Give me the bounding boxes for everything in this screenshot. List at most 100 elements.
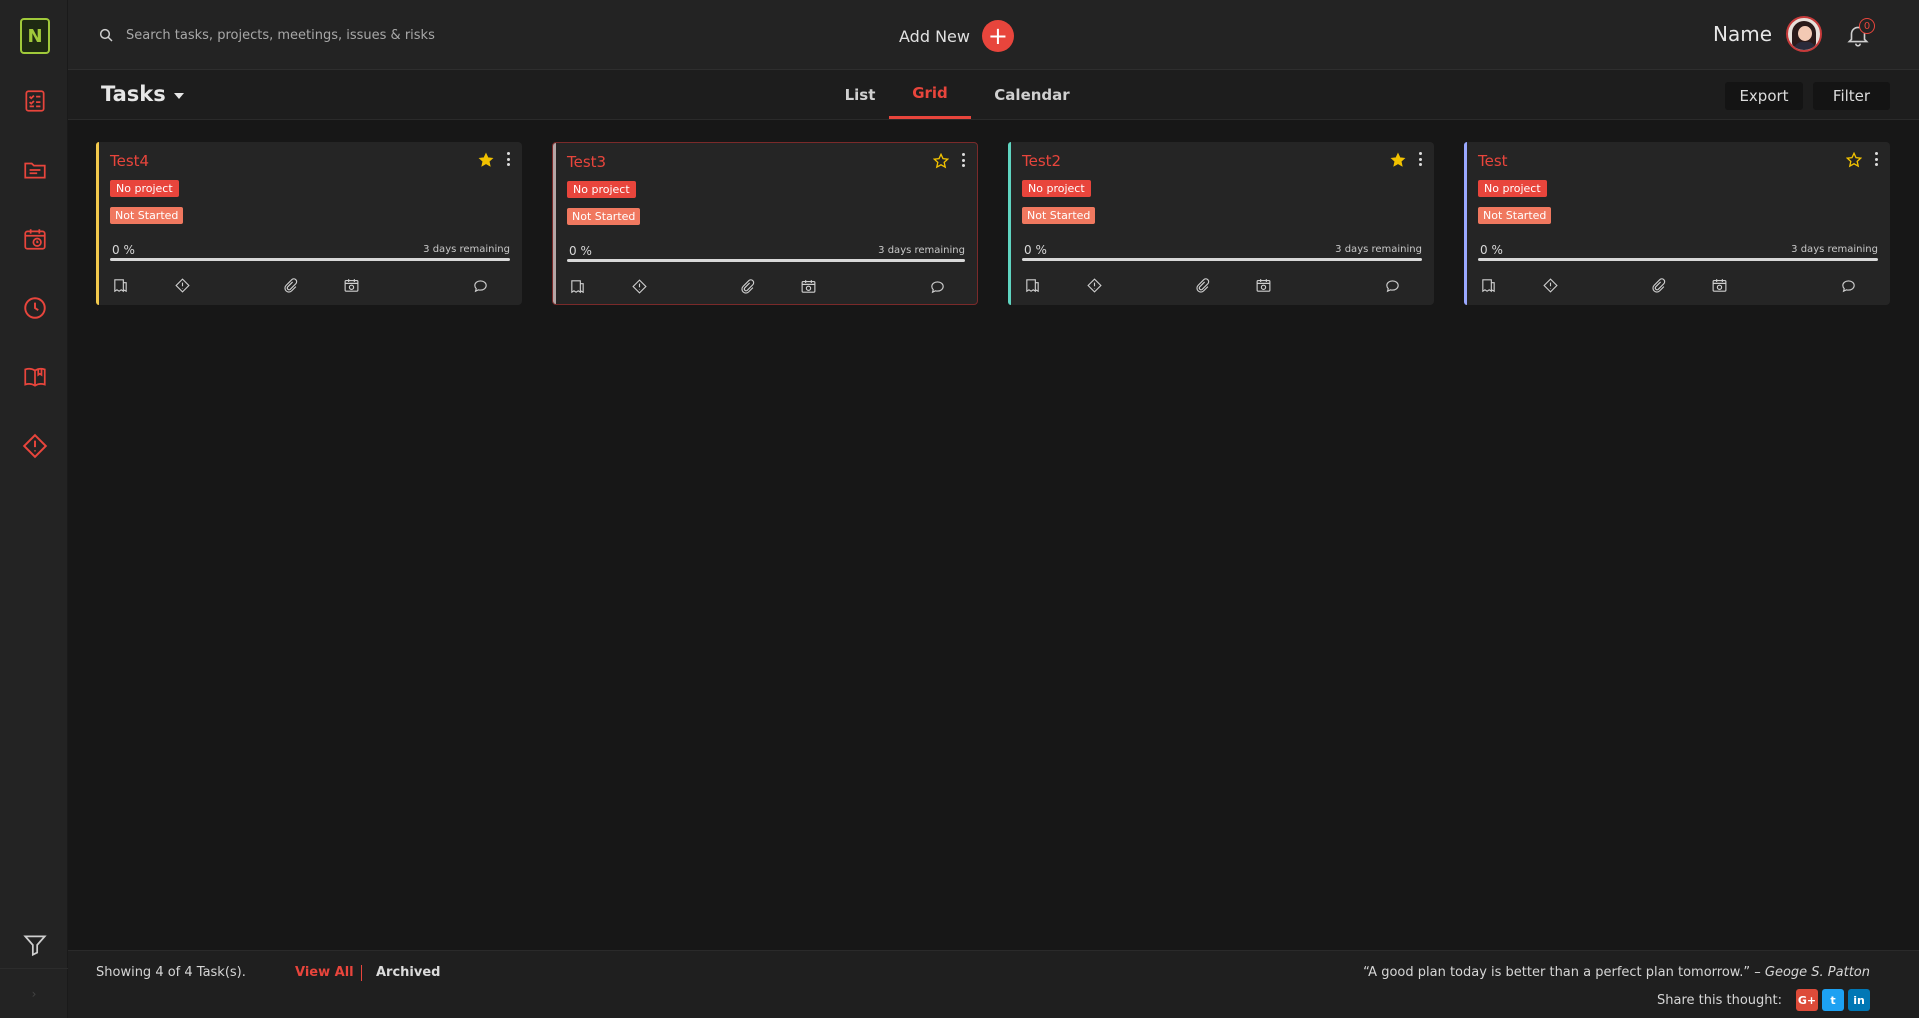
task-card[interactable]: Test No project Not Started 0 % 3 days remai… xyxy=(1464,142,1890,305)
quote-author: Geoge S. Patton xyxy=(1764,965,1870,980)
issue-icon[interactable] xyxy=(172,275,192,295)
linkedin-icon[interactable]: in xyxy=(1848,989,1870,1011)
progress-percent: 0 % xyxy=(1024,243,1047,257)
sidebar-item-meetings[interactable] xyxy=(20,224,50,254)
plus-icon: + xyxy=(981,20,1014,52)
progress-bar xyxy=(1478,258,1878,261)
task-title[interactable]: Test3 xyxy=(567,153,606,171)
warning-diamond-icon xyxy=(22,433,48,459)
star-outline-icon[interactable] xyxy=(1845,151,1863,168)
archived-link[interactable]: Archived xyxy=(376,965,441,980)
comment-icon[interactable] xyxy=(1838,275,1858,295)
sidebar: N › xyxy=(0,0,68,1018)
issue-icon[interactable] xyxy=(1540,275,1560,295)
user-menu[interactable]: Name xyxy=(1713,16,1823,52)
folder-icon xyxy=(24,162,46,179)
star-filled-icon[interactable] xyxy=(478,152,494,168)
more-options-icon[interactable] xyxy=(1872,150,1880,168)
more-options-icon[interactable] xyxy=(959,151,967,169)
card-accent-bar xyxy=(96,142,99,305)
notes-icon[interactable] xyxy=(1478,275,1498,295)
task-title[interactable]: Test2 xyxy=(1022,152,1061,170)
avatar xyxy=(1786,16,1823,52)
divider xyxy=(361,965,362,981)
star-filled-icon[interactable] xyxy=(1390,152,1406,168)
project-badge: No project xyxy=(1478,180,1547,197)
progress-bar xyxy=(110,258,510,261)
sidebar-collapse[interactable]: › xyxy=(0,968,68,1018)
progress-bar xyxy=(1022,258,1422,261)
card-accent-bar xyxy=(1008,142,1011,305)
twitter-icon[interactable]: t xyxy=(1822,989,1844,1011)
google-plus-icon[interactable]: G+ xyxy=(1796,989,1818,1011)
page-title-dropdown[interactable]: Tasks xyxy=(101,82,184,106)
attachment-icon[interactable] xyxy=(280,275,300,295)
more-options-icon[interactable] xyxy=(1416,150,1424,168)
sidebar-item-projects[interactable] xyxy=(20,155,50,185)
issue-icon[interactable] xyxy=(629,276,649,296)
add-new-button[interactable]: Add New + xyxy=(899,20,1014,52)
calendar-clock-icon xyxy=(24,229,46,250)
issue-icon[interactable] xyxy=(1084,275,1104,295)
comment-icon[interactable] xyxy=(927,276,947,296)
meeting-icon[interactable] xyxy=(798,276,818,296)
comment-icon[interactable] xyxy=(470,275,490,295)
project-badge: No project xyxy=(1022,180,1091,197)
progress-percent: 0 % xyxy=(112,243,135,257)
sidebar-filter[interactable] xyxy=(20,930,50,960)
days-remaining: 3 days remaining xyxy=(423,244,510,255)
tab-list-label: List xyxy=(844,85,876,104)
filter-icon xyxy=(23,935,47,957)
filter-button[interactable]: Filter xyxy=(1813,82,1890,110)
project-badge: No project xyxy=(110,180,179,197)
attachment-icon[interactable] xyxy=(1648,275,1668,295)
notes-icon[interactable] xyxy=(1022,275,1042,295)
tab-grid[interactable]: Grid xyxy=(889,70,971,119)
task-card[interactable]: Test3 No project Not Started 0 % 3 days rema… xyxy=(552,142,978,305)
footer: Showing 4 of 4 Task(s). View All Archive… xyxy=(68,950,1919,1018)
notification-count-badge: 0 xyxy=(1859,18,1875,34)
quote-text: “A good plan today is better than a perf… xyxy=(1363,965,1761,980)
view-all-link[interactable]: View All xyxy=(295,965,354,980)
sidebar-item-timesheet[interactable] xyxy=(20,293,50,323)
sidebar-item-issues[interactable] xyxy=(20,431,50,461)
attachment-icon[interactable] xyxy=(737,276,757,296)
status-badge: Not Started xyxy=(567,208,641,225)
share-label: Share this thought: xyxy=(1657,992,1782,1008)
more-options-icon[interactable] xyxy=(504,150,512,168)
progress-bar xyxy=(567,259,965,262)
days-remaining: 3 days remaining xyxy=(878,245,965,256)
tab-calendar[interactable]: Calendar xyxy=(985,70,1079,119)
status-badge: Not Started xyxy=(1022,207,1096,224)
quote: “A good plan today is better than a perf… xyxy=(1363,965,1870,980)
notifications-button[interactable]: 0 xyxy=(1845,18,1875,50)
task-card[interactable]: Test2 No project Not Started 0 % 3 days rema… xyxy=(1008,142,1434,305)
sidebar-item-notes[interactable] xyxy=(20,362,50,392)
task-title[interactable]: Test4 xyxy=(110,152,149,170)
search-input[interactable] xyxy=(126,27,566,43)
star-outline-icon[interactable] xyxy=(932,152,950,169)
notes-icon[interactable] xyxy=(567,276,587,296)
book-icon xyxy=(24,367,46,387)
progress-percent: 0 % xyxy=(569,244,592,258)
checklist-icon xyxy=(25,90,45,112)
sidebar-item-tasks[interactable] xyxy=(20,86,50,116)
comment-icon[interactable] xyxy=(1382,275,1402,295)
notes-icon[interactable] xyxy=(110,275,130,295)
attachment-icon[interactable] xyxy=(1192,275,1212,295)
status-badge: Not Started xyxy=(110,207,184,224)
project-badge: No project xyxy=(567,181,636,198)
export-label: Export xyxy=(1739,87,1789,105)
app-logo[interactable]: N xyxy=(20,18,50,54)
task-count: Showing 4 of 4 Task(s). xyxy=(96,965,246,980)
meeting-icon[interactable] xyxy=(1253,275,1273,295)
export-button[interactable]: Export xyxy=(1725,82,1803,110)
task-title[interactable]: Test xyxy=(1478,152,1508,170)
clock-icon xyxy=(24,297,46,319)
caret-down-icon xyxy=(173,93,184,99)
chevron-right-icon: › xyxy=(31,986,37,1001)
task-card[interactable]: Test4 No project Not Started 0 % 3 days rema… xyxy=(96,142,522,305)
tab-list[interactable]: List xyxy=(832,70,888,119)
meeting-icon[interactable] xyxy=(1709,275,1729,295)
meeting-icon[interactable] xyxy=(341,275,361,295)
